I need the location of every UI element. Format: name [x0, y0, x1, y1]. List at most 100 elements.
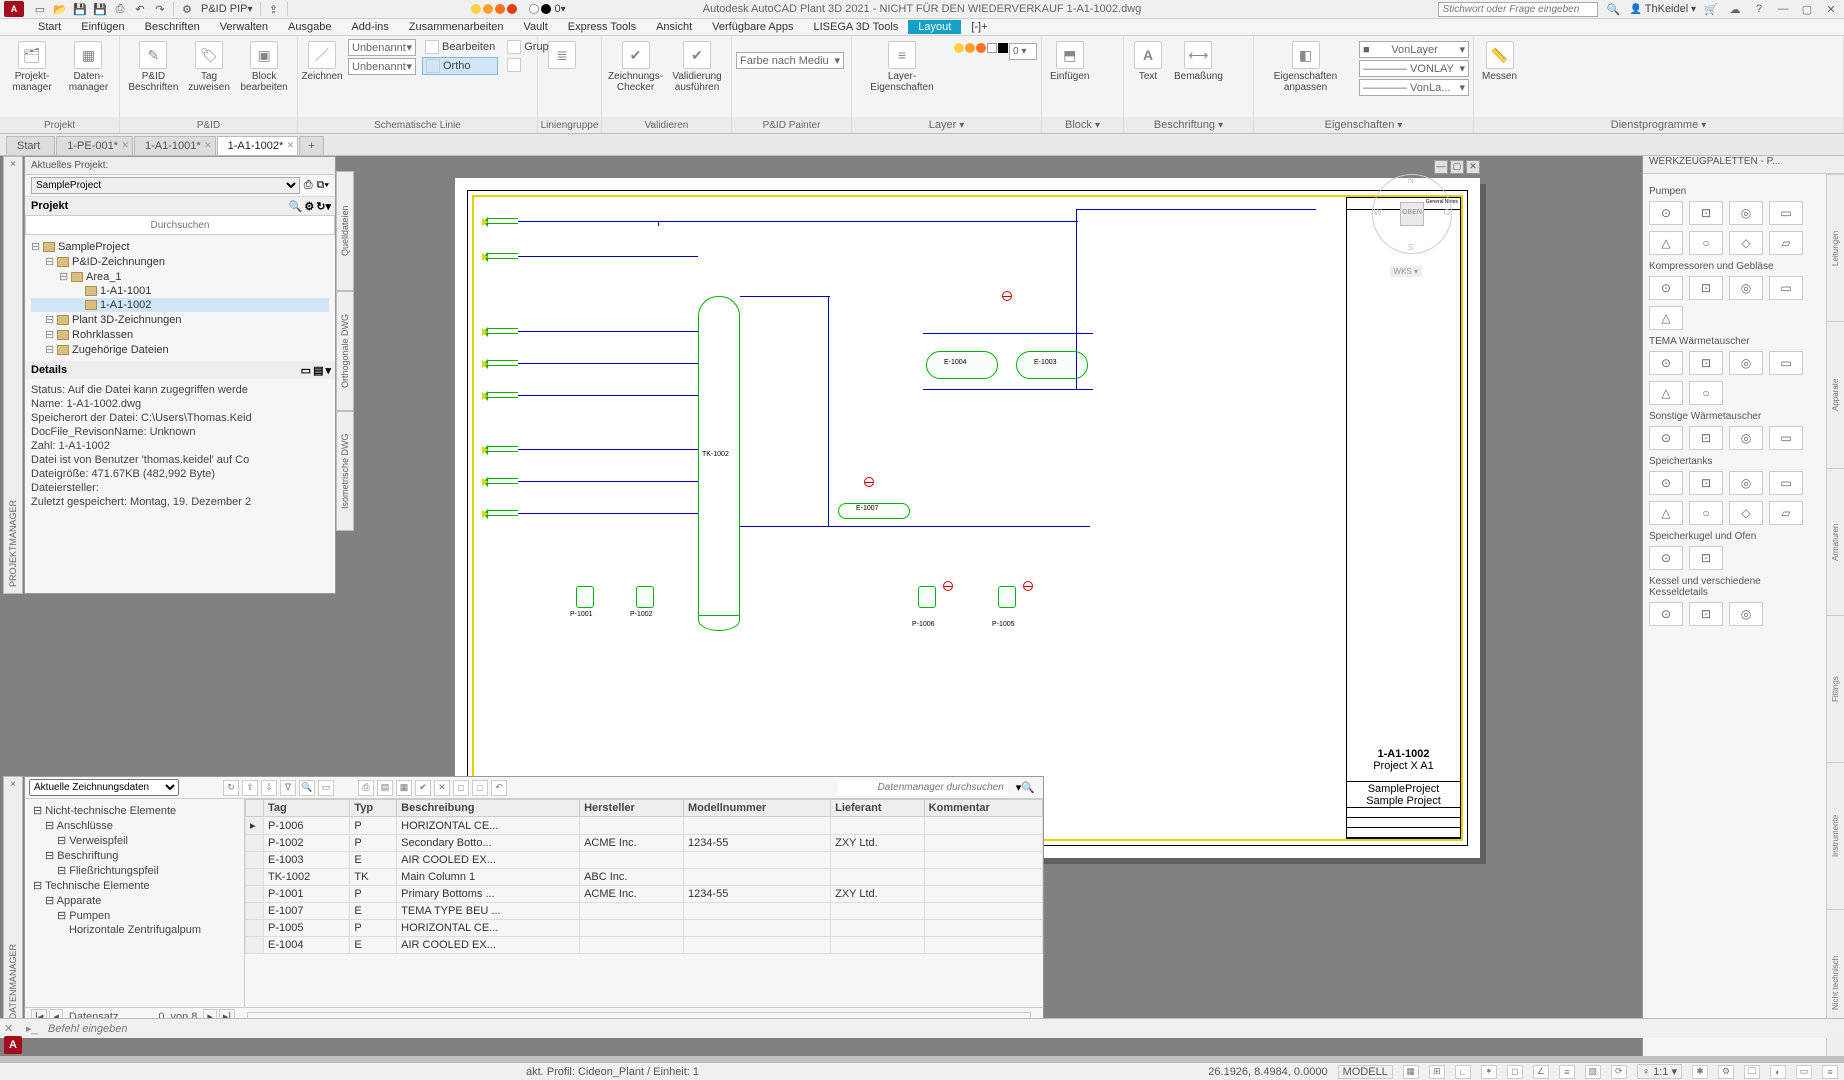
- menu-layout[interactable]: Layout: [908, 20, 961, 34]
- appstore-icon[interactable]: 🛒: [1702, 3, 1720, 16]
- palette-item[interactable]: ⊙: [1649, 276, 1683, 300]
- dm-tree-node[interactable]: ⊟ Nicht-technische Elemente: [29, 803, 240, 818]
- details-more-icon[interactable]: ▾: [325, 364, 331, 377]
- table-row[interactable]: P-1005PHORIZONTAL CE...: [246, 920, 1043, 937]
- data-manager-button[interactable]: ▦Daten- manager: [62, 39, 115, 95]
- linegroup-button[interactable]: ≣: [542, 39, 582, 73]
- qat-open-icon[interactable]: 📂: [51, 1, 69, 17]
- measure-button[interactable]: 📏Messen: [1478, 39, 1521, 84]
- dm-search[interactable]: [838, 780, 1008, 796]
- table-row[interactable]: P-1001PPrimary Bottoms ...ACME Inc.1234-…: [246, 886, 1043, 903]
- palette-item[interactable]: ⊙: [1649, 426, 1683, 450]
- workspace-select[interactable]: P&ID PIP ▾: [197, 3, 257, 15]
- menu-zusammenarbeiten[interactable]: Zusammenarbeiten: [399, 21, 514, 33]
- dm-reject-icon[interactable]: ✕: [434, 780, 450, 796]
- qat-redo-icon[interactable]: ↷: [151, 1, 169, 17]
- palette-item[interactable]: △: [1649, 231, 1683, 255]
- dm-table[interactable]: TagTypBeschreibungHerstellerModellnummer…: [245, 799, 1043, 1007]
- projman-search[interactable]: [25, 215, 335, 235]
- tab-close-icon[interactable]: ✕: [121, 140, 129, 151]
- projman-print-icon[interactable]: ⎙: [304, 179, 313, 192]
- projman-search-icon[interactable]: 🔍: [289, 200, 303, 213]
- tree-node[interactable]: ⊟SampleProject: [31, 239, 329, 254]
- palette-item[interactable]: ▱: [1769, 231, 1803, 255]
- palette-item[interactable]: ⊡: [1689, 546, 1723, 570]
- palette-item[interactable]: ⊡: [1689, 276, 1723, 300]
- dm-search-icon[interactable]: ▾🔍: [1016, 781, 1035, 794]
- dm-col-header[interactable]: Hersteller: [580, 800, 684, 817]
- dm-refresh-icon[interactable]: ↻: [223, 780, 239, 796]
- layer-properties-button[interactable]: ≡Layer- Eigenschaften: [856, 39, 948, 95]
- menu-add-ins[interactable]: Add-ins: [341, 21, 398, 33]
- win-close-icon[interactable]: ✕: [1822, 3, 1840, 16]
- palette-item[interactable]: △: [1649, 306, 1683, 330]
- doc-tab[interactable]: 1-PE-001*✕: [56, 136, 133, 155]
- dimension-button[interactable]: ⟷Bemaßung: [1170, 39, 1227, 84]
- command-input[interactable]: [48, 1023, 448, 1035]
- table-row[interactable]: E-1007ETEMA TYPE BEU ...: [246, 903, 1043, 920]
- dm-export-icon[interactable]: ⇪: [242, 780, 258, 796]
- palette-item[interactable]: ○: [1689, 381, 1723, 405]
- dm-tree-node[interactable]: ⊟ Verweispfeil: [29, 833, 240, 848]
- instrument[interactable]: [1002, 291, 1012, 301]
- dm-zoom-icon[interactable]: 🔍: [299, 780, 315, 796]
- table-row[interactable]: ▸P-1006PHORIZONTAL CE...: [246, 817, 1043, 835]
- palette-item[interactable]: ▱: [1769, 501, 1803, 525]
- palette-item[interactable]: ▭: [1769, 201, 1803, 225]
- line-combo-2[interactable]: Unbenannt▾: [348, 58, 416, 75]
- menu-verfügbare apps[interactable]: Verfügbare Apps: [702, 21, 803, 33]
- dm-a-icon[interactable]: □: [453, 780, 469, 796]
- menu-[-]+[interactable]: [-]+: [961, 21, 997, 33]
- doc-tab[interactable]: Start: [6, 136, 55, 155]
- datamgr-close-icon[interactable]: ×: [10, 779, 16, 790]
- qat-print-icon[interactable]: ⎙: [111, 1, 129, 17]
- dm-hide-icon[interactable]: ▭: [318, 780, 334, 796]
- custom-icon[interactable]: ≡: [1822, 1065, 1838, 1079]
- dm-col-header[interactable]: Modellnummer: [683, 800, 830, 817]
- monitor-icon[interactable]: 🖵: [1744, 1065, 1760, 1079]
- draw-line-button[interactable]: ／Zeichnen: [302, 39, 342, 84]
- palette-vtab[interactable]: Leitungen: [1827, 174, 1844, 321]
- palette-item[interactable]: ◎: [1729, 602, 1763, 626]
- details-list-icon[interactable]: ▤: [313, 364, 323, 377]
- dm-filter-icon[interactable]: ∇: [280, 780, 296, 796]
- menu-lisega 3d tools[interactable]: LISEGA 3D Tools: [804, 21, 909, 33]
- palette-item[interactable]: △: [1649, 381, 1683, 405]
- osnap-toggle[interactable]: ◻: [1507, 1065, 1523, 1079]
- dm-view-select[interactable]: Aktuelle Zeichnungsdaten: [29, 779, 179, 796]
- transp-toggle[interactable]: ▨: [1585, 1065, 1601, 1079]
- doc-tab[interactable]: 1-A1-1001*✕: [134, 136, 216, 155]
- cmd-history-icon[interactable]: ▸_: [26, 1022, 42, 1036]
- dm-tree-node[interactable]: ⊟ Apparate: [29, 893, 240, 908]
- menu-start[interactable]: Start: [28, 21, 71, 33]
- edit-line-button[interactable]: Bearbeiten: [422, 39, 498, 55]
- tree-node[interactable]: ⊟Plant 3D-Zeichnungen: [31, 312, 329, 327]
- doc-max-icon[interactable]: ▢: [1450, 160, 1464, 174]
- help-search[interactable]: [1438, 2, 1598, 17]
- table-row[interactable]: TK-1002TKMain Column 1ABC Inc.: [246, 869, 1043, 886]
- palette-item[interactable]: ◇: [1729, 231, 1763, 255]
- datamgr-strip[interactable]: × DATENMANAGER: [3, 776, 23, 1026]
- dm-col-header[interactable]: Kommentar: [924, 800, 1042, 817]
- palette-item[interactable]: ◎: [1729, 426, 1763, 450]
- insert-block-button[interactable]: ⬒Einfügen: [1046, 39, 1093, 84]
- palette-item[interactable]: ◇: [1729, 501, 1763, 525]
- dm-undo-icon[interactable]: ↶: [491, 780, 507, 796]
- projman-copy-icon[interactable]: ⧉▾: [317, 179, 329, 192]
- palette-item[interactable]: ⊡: [1689, 602, 1723, 626]
- line-combo-1[interactable]: Unbenannt▾: [348, 39, 416, 56]
- block-edit-button[interactable]: ▣Block bearbeiten: [235, 39, 293, 95]
- cmd-close-icon[interactable]: ✕: [4, 1022, 20, 1036]
- linetype-combo[interactable]: ———— VONLAY▾: [1359, 60, 1469, 77]
- palette-item[interactable]: △: [1649, 501, 1683, 525]
- dwg-checker-button[interactable]: ✔Zeichnungs- Checker: [606, 39, 665, 95]
- dm-tree-node[interactable]: ⊟ Pumpen: [29, 908, 240, 923]
- new-tab-button[interactable]: +: [299, 136, 323, 155]
- ucs-label[interactable]: WKS ▾: [1390, 266, 1422, 277]
- win-min-icon[interactable]: —: [1774, 3, 1792, 15]
- tag-assign-button[interactable]: 🏷Tag zuweisen: [185, 39, 233, 95]
- win-max-icon[interactable]: ▢: [1798, 3, 1816, 16]
- snap-toggle[interactable]: ⊞: [1429, 1065, 1445, 1079]
- palette-item[interactable]: ⊙: [1649, 471, 1683, 495]
- palette-item[interactable]: ▭: [1769, 471, 1803, 495]
